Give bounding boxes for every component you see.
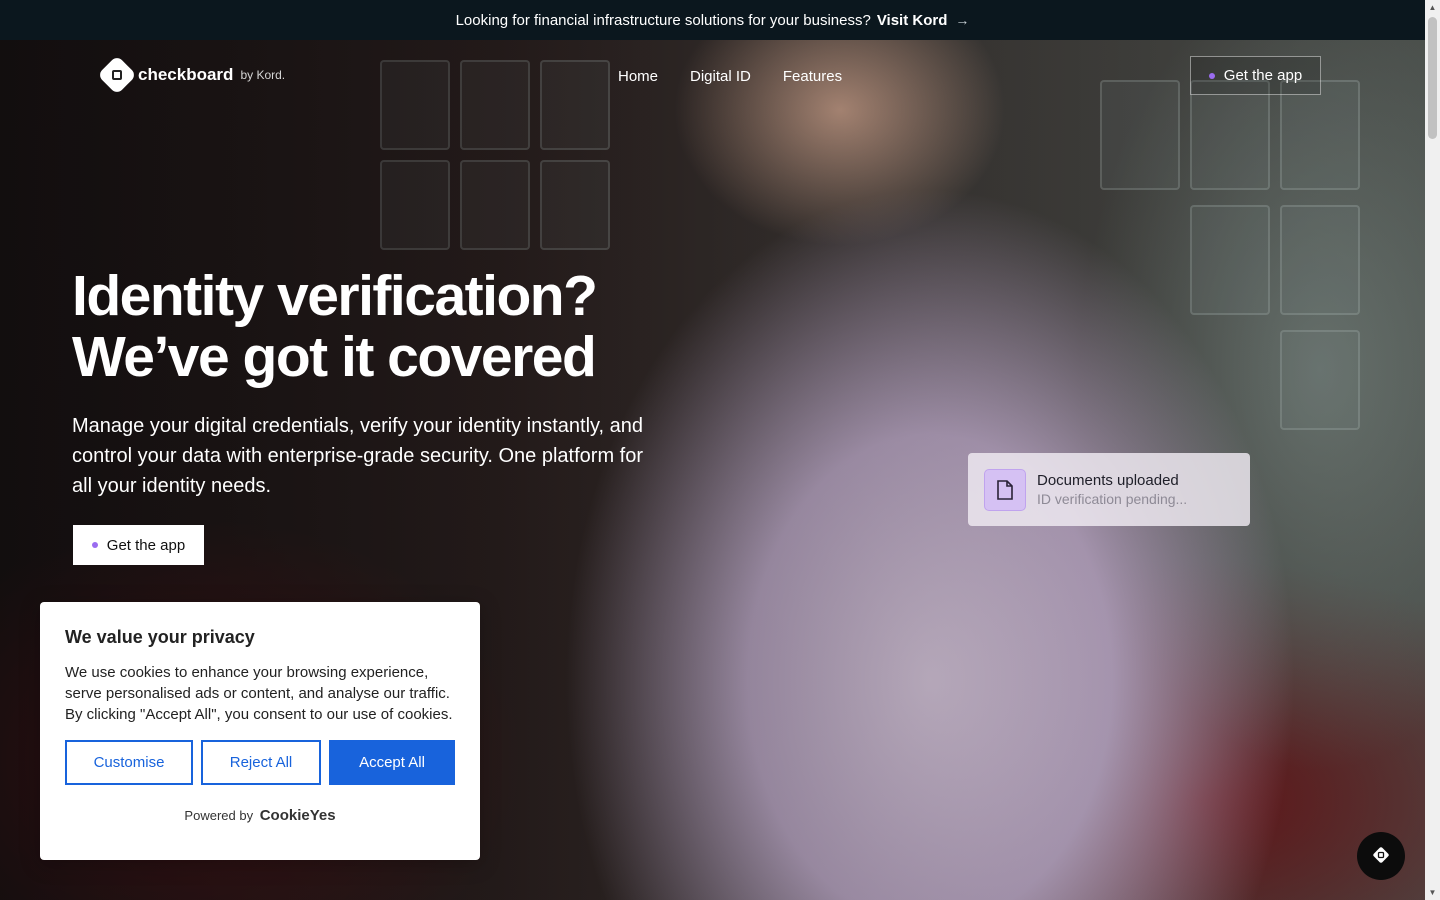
main-navigation: checkboard by Kord. Home Digital ID Feat… xyxy=(0,40,1425,112)
accept-all-button[interactable]: Accept All xyxy=(329,740,455,785)
reject-all-button[interactable]: Reject All xyxy=(201,740,321,785)
accent-dot-icon xyxy=(91,542,98,548)
announcement-bar: Looking for financial infrastructure sol… xyxy=(0,0,1425,40)
powered-by-label: Powered by xyxy=(184,808,254,823)
hero-headline-line2: We’ve got it covered xyxy=(72,325,597,389)
hero-headline-line1: Identity verification? xyxy=(72,264,598,328)
nav-cta-label: Get the app xyxy=(1223,67,1303,84)
hero-subtext: Manage your digital credentials, verify … xyxy=(72,415,644,497)
brand-byline: by Kord. xyxy=(240,68,286,82)
status-card-title: Documents uploaded xyxy=(1037,472,1179,489)
announcement-text: Looking for financial infrastructure sol… xyxy=(455,11,871,29)
accent-dot-icon xyxy=(1208,72,1215,79)
document-icon xyxy=(984,468,1026,511)
nav-get-the-app-button[interactable]: Get the app xyxy=(1190,56,1321,95)
documents-status-card: Documents uploaded ID verification pendi… xyxy=(968,453,1250,526)
nav-link-features[interactable]: Features xyxy=(783,68,842,85)
status-card-subtitle: ID verification pending... xyxy=(1037,491,1188,507)
chat-launcher-icon xyxy=(1371,845,1391,868)
chat-launcher-button[interactable] xyxy=(1357,832,1405,880)
arrow-right-icon: → xyxy=(955,12,970,28)
scrollbar-thumb[interactable] xyxy=(1428,17,1437,139)
customise-button[interactable]: Customise xyxy=(65,740,193,785)
scroll-down-arrow-icon[interactable]: ▼ xyxy=(1425,885,1440,900)
scroll-up-arrow-icon[interactable]: ▲ xyxy=(1425,0,1440,15)
visit-kord-label: Visit Kord xyxy=(876,11,948,29)
page-scrollbar[interactable]: ▲ ▼ xyxy=(1425,0,1440,900)
hero-cta-label: Get the app xyxy=(106,536,186,554)
cookieyes-logo[interactable]: CookieYes xyxy=(260,807,336,824)
nav-link-home[interactable]: Home xyxy=(618,68,658,85)
brand-logo[interactable]: checkboard by Kord. xyxy=(97,55,286,95)
checkboard-logo-icon xyxy=(97,55,137,95)
cookie-banner-body: We use cookies to enhance your browsing … xyxy=(65,664,453,723)
cookie-consent-banner: We value your privacy We use cookies to … xyxy=(40,602,480,860)
brand-name: checkboard xyxy=(138,65,234,84)
nav-links: Home Digital ID Features xyxy=(618,68,842,85)
cookie-actions: Customise Reject All Accept All xyxy=(65,740,455,785)
visit-kord-link[interactable]: Visit Kord → xyxy=(877,12,970,29)
nav-link-digital-id[interactable]: Digital ID xyxy=(690,68,751,85)
powered-by: Powered by CookieYes xyxy=(65,807,455,824)
hero-headline: Identity verification? We’ve got it cove… xyxy=(72,264,598,389)
hero-get-the-app-button[interactable]: Get the app xyxy=(73,525,204,565)
cookie-banner-title: We value your privacy xyxy=(65,627,255,647)
